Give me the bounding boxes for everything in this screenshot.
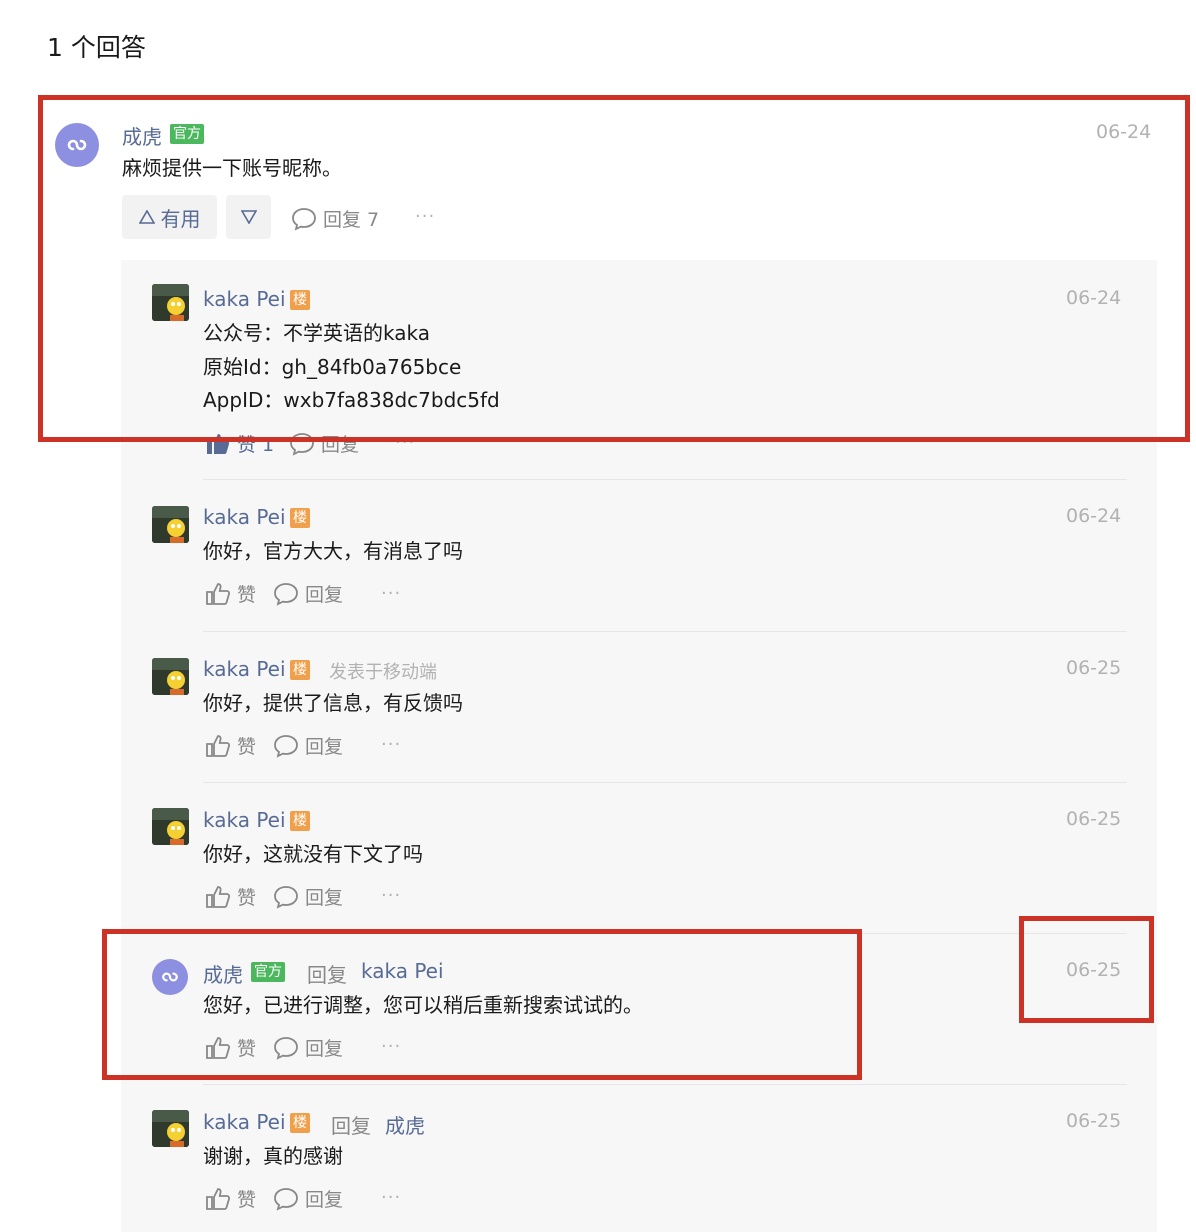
reply-to-word: 回复 [331, 1114, 371, 1138]
reply-divider [203, 1084, 1127, 1085]
reply-author[interactable]: kaka Pei [203, 657, 286, 681]
ellipsis-icon[interactable]: ··· [381, 885, 401, 906]
like-label: 赞 [237, 584, 257, 606]
reply-button[interactable]: 回复 [273, 883, 343, 910]
reply-label: 回复 [305, 584, 344, 606]
thumbs-up-icon [206, 734, 231, 757]
thumbs-up-icon [206, 582, 231, 605]
reply-button[interactable]: 回复 [273, 580, 343, 607]
thumbs-up-icon [206, 885, 231, 908]
reply-date: 06-25 [1066, 657, 1122, 679]
reply-label: 回复 [305, 736, 344, 758]
reply-divider [203, 631, 1127, 632]
reply-divider [203, 479, 1127, 480]
reply-label: 回复 [305, 1189, 344, 1211]
comment-bubble-icon [274, 734, 298, 758]
reply-to-user[interactable]: 成虎 [385, 1110, 425, 1139]
reply-text: 谢谢，真的感谢 [203, 1144, 343, 1168]
post-source: 发表于移动端 [329, 662, 437, 683]
op-badge: 楼 [290, 508, 310, 528]
annotation-box-official-reply [102, 929, 862, 1080]
ellipsis-icon[interactable]: ··· [381, 583, 401, 604]
reply-text: 你好，提供了信息，有反馈吗 [203, 691, 463, 715]
user-avatar[interactable] [152, 658, 189, 695]
reply-button[interactable]: 回复 [273, 732, 343, 759]
cartoon-avatar-icon [152, 1110, 189, 1147]
like-label: 赞 [237, 1189, 257, 1211]
like-label: 赞 [237, 887, 257, 909]
ellipsis-icon[interactable]: ··· [381, 1187, 401, 1208]
like-button[interactable]: 赞 [205, 580, 256, 607]
op-badge: 楼 [290, 1113, 310, 1133]
answers-count-heading: 1 个回答 [47, 33, 146, 62]
comment-bubble-icon [274, 885, 298, 909]
annotation-box-top [38, 95, 1190, 442]
thumbs-up-icon [206, 1187, 231, 1210]
reply-author[interactable]: kaka Pei [203, 505, 286, 529]
reply-label: 回复 [305, 887, 344, 909]
reply-button[interactable]: 回复 [273, 1185, 343, 1212]
reply-text: 你好，这就没有下文了吗 [203, 842, 423, 866]
cartoon-avatar-icon [152, 658, 189, 695]
user-avatar[interactable] [152, 808, 189, 845]
reply-author[interactable]: kaka Pei [203, 808, 286, 832]
like-button[interactable]: 赞 [205, 732, 256, 759]
like-button[interactable]: 赞 [205, 883, 256, 910]
cartoon-avatar-icon [152, 808, 189, 845]
comment-bubble-icon [274, 1187, 298, 1211]
cartoon-avatar-icon [152, 506, 189, 543]
op-badge: 楼 [290, 660, 310, 680]
reply-author[interactable]: kaka Pei [203, 1110, 286, 1134]
reply-date: 06-25 [1066, 808, 1122, 830]
reply-divider [203, 782, 1127, 783]
like-button[interactable]: 赞 [205, 1185, 256, 1212]
ellipsis-icon[interactable]: ··· [381, 734, 401, 755]
reply-date: 06-24 [1066, 505, 1122, 527]
user-avatar[interactable] [152, 506, 189, 543]
like-label: 赞 [237, 736, 257, 758]
reply-date: 06-25 [1066, 1110, 1122, 1132]
user-avatar[interactable] [152, 1110, 189, 1147]
annotation-box-date [1019, 916, 1154, 1023]
comment-bubble-icon [274, 582, 298, 606]
op-badge: 楼 [290, 811, 310, 831]
reply-text: 你好，官方大大，有消息了吗 [203, 539, 463, 563]
